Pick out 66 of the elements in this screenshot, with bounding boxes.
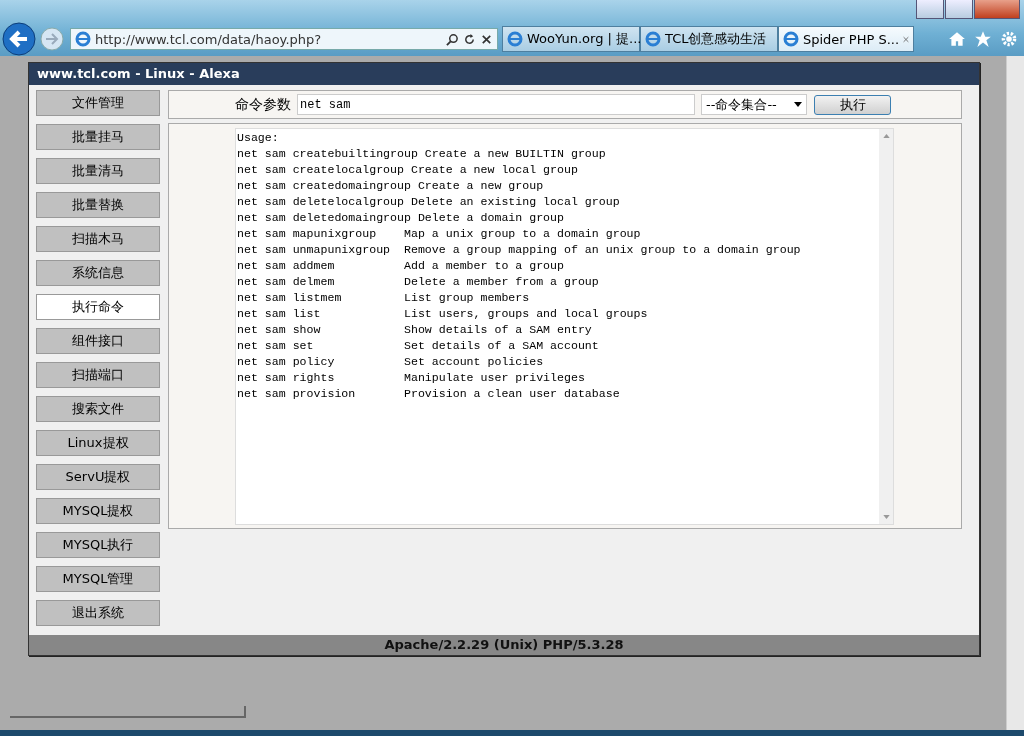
caret-icon [794, 102, 802, 107]
scrollbar[interactable] [879, 129, 893, 524]
browser-logo-icon [783, 31, 799, 47]
output-line: net sam policy Set account policies [237, 354, 545, 370]
output-line: net sam mapunixgroup Map a unix group to a domain group [237, 226, 642, 242]
command-preset-dropdown[interactable]: --命令集合-- [701, 94, 807, 115]
browser-tab[interactable]: Spider PHP S... [778, 26, 914, 52]
sidebar-item[interactable]: Linux提权 [36, 430, 160, 456]
minimize-button[interactable] [916, 0, 944, 19]
sidebar-item[interactable]: 组件接口 [36, 328, 160, 354]
sidebar-item[interactable]: 搜索文件 [36, 396, 160, 422]
home-icon[interactable] [948, 30, 966, 48]
output-line: net sam deletedomaingroup Delete a domain group [237, 210, 565, 226]
server-info-footer: Apache/2.2.29 (Unix) PHP/5.3.28 [29, 635, 979, 655]
output-line: net sam delmem Delete a member from a group [237, 274, 600, 290]
page-header: www.tcl.com - Linux - Alexa [29, 63, 979, 85]
star-icon[interactable] [974, 30, 992, 48]
scroll-up-icon[interactable] [882, 134, 890, 138]
search-icon[interactable] [446, 32, 459, 46]
sidebar-item[interactable]: 退出系统 [36, 600, 160, 626]
sidebar-item[interactable]: 文件管理 [36, 90, 160, 116]
forward-button[interactable] [40, 27, 64, 51]
command-label: 命令参数 [235, 95, 291, 114]
browser-logo-icon [75, 31, 91, 47]
output-line: net sam rights Manipulate user privileges [237, 370, 586, 386]
sidebar-item[interactable]: 批量清马 [36, 158, 160, 184]
execute-button[interactable]: 执行 [814, 94, 891, 115]
address-bar[interactable]: http://www.tcl.com/data/haoy.php? [70, 28, 498, 50]
browser-logo-icon [507, 31, 523, 47]
close-icon[interactable] [480, 32, 493, 46]
sidebar-item[interactable]: 批量替换 [36, 192, 160, 218]
close-button[interactable] [974, 0, 1020, 19]
refresh-icon[interactable] [463, 32, 476, 46]
sidebar-item[interactable]: ServU提权 [36, 464, 160, 490]
scroll-down-icon[interactable] [882, 515, 890, 519]
page-scrollbar[interactable] [1006, 56, 1024, 730]
command-input[interactable]: net sam [297, 94, 695, 115]
browser-logo-icon [645, 31, 661, 47]
output-textarea[interactable] [235, 128, 894, 525]
output-line: net sam createdomaingroup Create a new group [237, 178, 545, 194]
sidebar-item[interactable]: 批量挂马 [36, 124, 160, 150]
sidebar-item[interactable]: 扫描木马 [36, 226, 160, 252]
output-line: net sam provision Provision a clean user database [237, 386, 621, 402]
output-line: net sam createbuiltingroup Create a new BUILTIN group [237, 146, 607, 162]
restore-button[interactable] [945, 0, 973, 19]
browser-tab[interactable]: WooYun.org | 提... [502, 26, 640, 52]
output-line: net sam list List users, groups and local groups [237, 306, 649, 322]
sidebar-item[interactable]: MYSQL执行 [36, 532, 160, 558]
output-line: net sam deletelocalgroup Delete an existing local group [237, 194, 621, 210]
sidebar-item[interactable]: MYSQL管理 [36, 566, 160, 592]
settings-icon[interactable] [1000, 30, 1018, 48]
output-line: Usage: [237, 130, 280, 146]
sidebar-item[interactable]: 扫描端口 [36, 362, 160, 388]
browser-tab[interactable]: TCL创意感动生活 [640, 26, 778, 52]
url-text: http://www.tcl.com/data/haoy.php? [95, 31, 323, 47]
output-line: net sam unmapunixgroup Remove a group mapping of an unix group to a domain group [237, 242, 802, 258]
back-button[interactable] [2, 22, 36, 56]
horizontal-scrollbar[interactable] [10, 706, 246, 718]
output-line: net sam listmem List group members [237, 290, 531, 306]
sidebar-item[interactable]: 系统信息 [36, 260, 160, 286]
sidebar-item[interactable]: 执行命令 [36, 294, 160, 320]
output-line: net sam createlocalgroup Create a new local group [237, 162, 579, 178]
output-line: net sam addmem Add a member to a group [237, 258, 565, 274]
output-line: net sam set Set details of a SAM account [237, 338, 600, 354]
output-line: net sam show Show details of a SAM entry [237, 322, 593, 338]
sidebar-item[interactable]: MYSQL提权 [36, 498, 160, 524]
